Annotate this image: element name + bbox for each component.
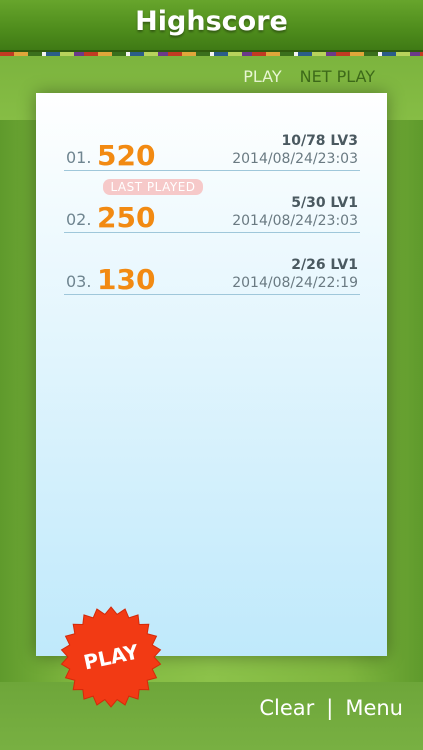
play-button[interactable]: PLAY (60, 606, 162, 708)
score-value: 250 (97, 201, 156, 234)
score-meta: 5/30 LV1 2014/08/24/23:03 (232, 194, 358, 230)
level-progress: 10/78 LV3 (281, 133, 358, 149)
score-date: 2014/08/24/23:03 (232, 151, 358, 167)
rank-label: 02. (66, 210, 92, 229)
mode-tabs: PLAY NET PLAY (243, 67, 375, 86)
starburst-badge-icon: PLAY (60, 606, 162, 708)
level-progress: 5/30 LV1 (291, 195, 358, 211)
footer-links: Clear | Menu (259, 696, 403, 720)
highscore-card: 01. 520 10/78 LV3 2014/08/24/23:03 LAST … (36, 93, 387, 656)
score-row-2: 02. 250 5/30 LV1 2014/08/24/23:03 (64, 195, 360, 234)
score-date: 2014/08/24/23:03 (232, 213, 358, 229)
score-meta: 2/26 LV1 2014/08/24/22:19 (232, 256, 358, 292)
clear-button[interactable]: Clear (259, 696, 314, 720)
score-value: 520 (97, 139, 156, 172)
score-date: 2014/08/24/22:19 (232, 275, 358, 291)
tab-net-play[interactable]: NET PLAY (300, 67, 375, 86)
footer-separator: | (326, 696, 334, 720)
score-row-1: 01. 520 10/78 LV3 2014/08/24/23:03 (64, 133, 360, 172)
header-bar: Highscore (0, 0, 423, 52)
score-value: 130 (97, 263, 156, 296)
menu-button[interactable]: Menu (345, 696, 403, 720)
tab-play[interactable]: PLAY (243, 67, 281, 86)
page-title: Highscore (135, 6, 288, 37)
rank-label: 01. (66, 148, 92, 167)
last-played-badge: LAST PLAYED (103, 179, 203, 195)
score-row-3: 03. 130 2/26 LV1 2014/08/24/22:19 (64, 257, 360, 296)
level-progress: 2/26 LV1 (291, 257, 358, 273)
score-meta: 10/78 LV3 2014/08/24/23:03 (232, 132, 358, 168)
rank-label: 03. (66, 272, 92, 291)
